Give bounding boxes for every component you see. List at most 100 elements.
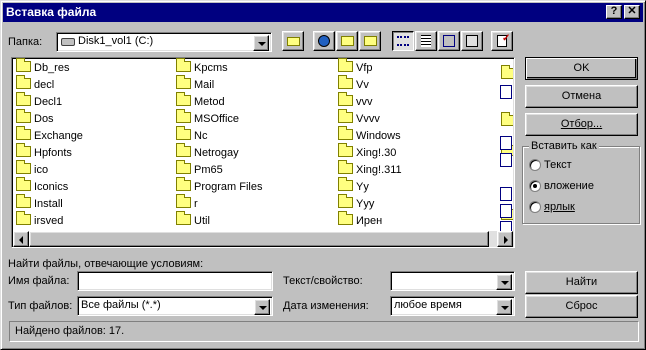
folder-icon — [176, 75, 191, 89]
scroll-left-button[interactable] — [13, 231, 29, 247]
filetype-dropdown-arrow[interactable] — [254, 299, 270, 315]
text-property-combo[interactable] — [390, 271, 515, 291]
file-list-item-label: Vvvv — [356, 113, 380, 125]
folder-icon — [176, 211, 191, 225]
filetype-label: Тип файлов: — [8, 300, 73, 312]
radio-text-label[interactable]: Текст — [544, 158, 572, 172]
document-icon — [500, 153, 512, 167]
file-list-item-label: Netrogay — [194, 147, 239, 159]
folder-icon — [176, 177, 191, 191]
file-list-item[interactable]: Util — [176, 211, 210, 230]
file-list-item-label: r — [194, 198, 198, 210]
status-bar: Найдено файлов: 17. — [9, 321, 639, 342]
favorites-button[interactable] — [336, 31, 358, 51]
file-list-item-label: Util — [194, 215, 210, 227]
folder-icon — [338, 92, 353, 106]
text-property-dropdown-arrow[interactable] — [496, 274, 512, 290]
drive-icon — [61, 38, 75, 46]
folder-icon — [338, 211, 353, 225]
file-list-item-label: Db_res — [34, 62, 70, 74]
ok-button[interactable]: OK — [525, 57, 638, 80]
folder-icon — [338, 177, 353, 191]
folder-icon — [176, 58, 191, 72]
date-modified-value: любое время — [394, 299, 462, 311]
date-modified-combo[interactable]: любое время — [390, 296, 515, 316]
folder-icon — [176, 126, 191, 140]
file-list-item-label: ico — [34, 164, 49, 176]
radio-text[interactable] — [529, 159, 541, 171]
radio-attachment-label[interactable]: вложение — [544, 179, 594, 193]
folder-value: Disk1_vol1 (C:) — [78, 35, 154, 47]
horizontal-scrollbar[interactable] — [13, 231, 513, 247]
folder-icon — [16, 92, 31, 106]
list-view-button[interactable] — [392, 31, 414, 51]
radio-shortcut[interactable] — [529, 201, 541, 213]
file-list-item[interactable]: Program Files — [176, 177, 262, 196]
insert-file-dialog: Вставка файла ? ✕ Папка: Disk1_vol1 (C:)… — [0, 0, 646, 350]
scroll-thumb[interactable] — [29, 231, 489, 247]
search-web-button[interactable] — [313, 31, 335, 51]
file-list-item-label: Exchange — [34, 130, 83, 142]
folder-icon — [501, 65, 513, 79]
radio-attachment[interactable] — [529, 180, 541, 192]
file-list-overflow-column — [499, 62, 513, 242]
help-button[interactable]: ? — [606, 5, 622, 19]
folder-icon — [338, 143, 353, 157]
filename-input[interactable] — [77, 271, 273, 291]
file-list-item[interactable]: Exchange — [16, 126, 83, 145]
folder-icon — [338, 160, 353, 174]
select-button-label: Отбор... — [560, 118, 603, 130]
file-list-item-label: Decl1 — [34, 96, 63, 108]
file-list-item[interactable]: Xing!.311 — [338, 160, 402, 179]
details-icon — [421, 35, 431, 47]
file-list-item-label: Vv — [356, 79, 369, 91]
status-text: Найдено файлов: 17. — [15, 325, 125, 337]
file-list-item-label: Install — [34, 198, 63, 210]
file-list-item-label: Pm65 — [194, 164, 223, 176]
file-list-item[interactable]: Ирен — [338, 211, 383, 230]
document-icon — [500, 187, 512, 201]
close-button[interactable]: ✕ — [624, 5, 640, 19]
add-to-favorites-button[interactable] — [359, 31, 381, 51]
add-favorites-icon — [364, 36, 377, 46]
file-list-item[interactable]: irsved — [16, 211, 64, 230]
properties-view-button[interactable] — [438, 31, 460, 51]
scroll-right-button[interactable] — [497, 231, 513, 247]
date-modified-label: Дата изменения: — [283, 300, 369, 312]
preview-view-button[interactable] — [461, 31, 483, 51]
find-button-label: Найти — [565, 276, 598, 288]
file-list-item-label: vvv — [356, 96, 373, 108]
folder-combo[interactable]: Disk1_vol1 (C:) — [56, 32, 272, 52]
file-list-item[interactable]: MSOffice — [176, 109, 240, 128]
file-list-item[interactable]: Netrogay — [176, 143, 239, 162]
file-list-item-label: irsved — [34, 215, 64, 227]
insert-as-title: Вставить как — [529, 139, 599, 153]
commands-settings-button[interactable]: ✓ — [491, 31, 513, 51]
select-button[interactable]: Отбор... — [525, 113, 638, 136]
details-view-button[interactable] — [415, 31, 437, 51]
file-list-item-label: Ирен — [356, 215, 383, 227]
file-list-item-label: Xing!.30 — [356, 147, 397, 159]
file-list-item-label: Yy — [356, 181, 369, 193]
cancel-button[interactable]: Отмена — [525, 85, 638, 108]
find-button[interactable]: Найти — [525, 271, 638, 294]
folder-icon — [16, 194, 31, 208]
preview-icon — [466, 35, 478, 47]
folder-dropdown-arrow[interactable] — [253, 35, 269, 51]
file-list-item-label: Vfp — [356, 62, 373, 74]
folder-icon — [176, 143, 191, 157]
up-one-level-button[interactable] — [282, 31, 304, 51]
file-list-item[interactable]: Windows — [338, 126, 401, 145]
properties-icon — [443, 35, 455, 47]
file-list-item-label: decl — [34, 79, 55, 91]
document-icon — [500, 85, 512, 99]
reset-button[interactable]: Сброс — [525, 295, 638, 318]
file-list-item-label: MSOffice — [194, 113, 240, 125]
globe-icon — [318, 35, 330, 47]
folder-icon — [176, 194, 191, 208]
radio-shortcut-label[interactable]: ярлык — [544, 200, 575, 214]
date-modified-dropdown-arrow[interactable] — [496, 299, 512, 315]
title-bar: Вставка файла ? ✕ — [3, 3, 643, 22]
filetype-combo[interactable]: Все файлы (*.*) — [77, 296, 273, 316]
file-list[interactable]: Db_res decl Decl1 Dos Exchange Hpfonts ico Icon… — [11, 57, 515, 248]
